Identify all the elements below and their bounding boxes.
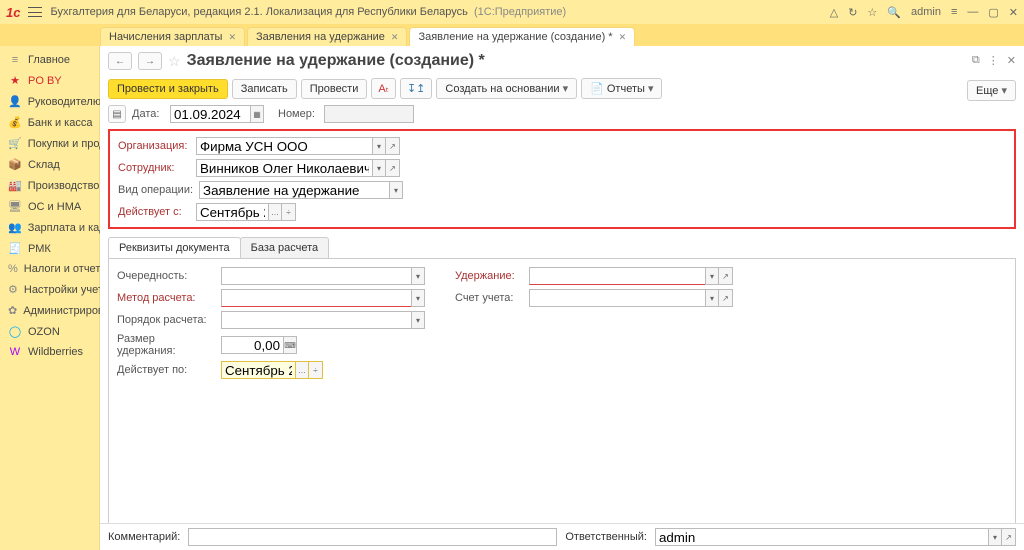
close-panel-icon[interactable]: ✕ — [1007, 54, 1016, 67]
user-label[interactable]: admin — [911, 6, 941, 18]
calc-order-field[interactable]: ▾ — [221, 311, 425, 329]
employee-label: Сотрудник: — [118, 162, 190, 174]
method-label: Метод расчета: — [113, 292, 213, 304]
number-field[interactable] — [324, 105, 414, 123]
holding-label: Удержание: — [451, 270, 521, 282]
page-title: Заявление на удержание (создание) * — [187, 52, 485, 70]
more-button[interactable]: Еще — [967, 80, 1016, 101]
holding-field[interactable]: ▾↗ — [529, 267, 733, 285]
size-label: Размер удержания: — [113, 333, 213, 357]
create-based-button[interactable]: Создать на основании — [436, 78, 577, 99]
employee-field[interactable]: ▾↗ — [196, 159, 400, 177]
sidebar-item[interactable]: ≡Главное — [0, 50, 99, 70]
sidebar-item[interactable]: ◯OZON — [0, 321, 99, 342]
valid-until-label: Действует по: — [113, 364, 213, 376]
order-button[interactable]: ↧↥ — [400, 78, 432, 99]
responsible-label: Ответственный: — [565, 531, 647, 543]
options-icon[interactable]: ≡ — [951, 6, 957, 18]
sidebar-item[interactable]: %Налоги и отчетность — [0, 259, 99, 279]
calendar-icon[interactable]: ▦ — [250, 105, 264, 123]
close-tab-icon[interactable]: ✕ — [619, 32, 627, 43]
back-button[interactable]: ← — [108, 52, 132, 70]
app-title: Бухгалтерия для Беларуси, редакция 2.1. … — [50, 6, 821, 18]
sidebar-item[interactable]: 👥Зарплата и кадры — [0, 217, 99, 238]
menu-dots-icon[interactable]: ⋮ — [988, 54, 999, 67]
post-and-close-button[interactable]: Провести и закрыть — [108, 79, 228, 99]
responsible-field[interactable]: ▾↗ — [655, 528, 1016, 546]
save-button[interactable]: Записать — [232, 79, 297, 99]
valid-from-field[interactable]: …÷ — [196, 203, 296, 221]
doc-tab[interactable]: Заявление на удержание (создание) *✕ — [409, 27, 635, 46]
footer: Комментарий: Ответственный: ▾↗ — [100, 523, 1024, 550]
favorite-icon[interactable]: ☆ — [168, 53, 181, 70]
org-label: Организация: — [118, 140, 190, 152]
tab-calc-base[interactable]: База расчета — [240, 237, 330, 258]
account-field[interactable]: ▾↗ — [529, 289, 733, 307]
bell-icon[interactable]: △ — [830, 6, 838, 19]
sidebar-item[interactable]: ✿Администрирование — [0, 300, 99, 321]
post-button[interactable]: Провести — [301, 79, 368, 99]
minimize-icon[interactable]: — — [967, 6, 978, 18]
order-field[interactable]: ▾ — [221, 267, 425, 285]
size-field[interactable]: ⌨ — [221, 336, 297, 354]
sidebar-item[interactable]: ⚙Настройки учета — [0, 279, 99, 300]
comment-field[interactable] — [188, 528, 557, 546]
restore-icon[interactable]: ▢ — [988, 6, 998, 19]
title-bar: 1c Бухгалтерия для Беларуси, редакция 2.… — [0, 0, 1024, 24]
search-icon[interactable]: 🔍 — [887, 6, 901, 19]
close-window-icon[interactable]: ✕ — [1009, 6, 1018, 19]
org-field[interactable]: ▾↗ — [196, 137, 400, 155]
close-tab-icon[interactable]: ✕ — [228, 32, 236, 43]
document-tabs: Начисления зарплаты✕Заявления на удержан… — [0, 24, 1024, 46]
sidebar-item[interactable]: 👤Руководителю — [0, 91, 99, 112]
mark-icon[interactable]: ▤ — [108, 105, 126, 123]
sidebar-item[interactable]: 💰Банк и касса — [0, 112, 99, 133]
account-label: Счет учета: — [451, 292, 521, 304]
detach-icon[interactable]: ⧉ — [972, 54, 980, 67]
sidebar-item[interactable]: 🏭Производство — [0, 175, 99, 196]
header-group: Организация: ▾↗ Сотрудник: ▾↗ Вид операц… — [108, 129, 1016, 229]
close-tab-icon[interactable]: ✕ — [391, 32, 399, 43]
sidebar-item[interactable]: WWildberries — [0, 342, 99, 362]
requisites-form: Очередность: ▾ Удержание: ▾↗ Метод расче… — [108, 259, 1016, 550]
sidebar-item[interactable]: 🖥ОС и НМА — [0, 196, 99, 217]
star-icon[interactable]: ☆ — [867, 6, 877, 19]
operation-label: Вид операции: — [118, 184, 193, 196]
number-label: Номер: — [278, 108, 318, 120]
date-field[interactable]: ▦ — [170, 105, 264, 123]
sidebar-item[interactable]: 📦Склад — [0, 154, 99, 175]
sidebar-item[interactable]: ★PO BY — [0, 70, 99, 91]
titlebar-controls: △ ↻ ☆ 🔍 admin ≡ — ▢ ✕ — [830, 6, 1018, 19]
calc-order-label: Порядок расчета: — [113, 314, 213, 326]
reports-button[interactable]: 📄 Отчеты — [581, 78, 662, 99]
history-icon[interactable]: ↻ — [848, 6, 857, 19]
main-area: ⧉ ⋮ ✕ ← → ☆ Заявление на удержание (созд… — [100, 46, 1024, 550]
sidebar-item[interactable]: 🧾РМК — [0, 238, 99, 259]
tab-requisites[interactable]: Реквизиты документа — [108, 237, 241, 258]
menu-icon[interactable] — [28, 7, 42, 17]
doc-tab[interactable]: Заявления на удержание✕ — [247, 27, 407, 46]
app-logo: 1c — [6, 5, 20, 20]
doc-tab[interactable]: Начисления зарплаты✕ — [100, 27, 245, 46]
attach-button[interactable]: Aₜ — [371, 78, 396, 99]
sidebar: ≡Главное★PO BY👤Руководителю💰Банк и касса… — [0, 46, 100, 550]
valid-from-label: Действует с: — [118, 206, 190, 218]
comment-label: Комментарий: — [108, 531, 180, 543]
valid-until-field[interactable]: …÷ — [221, 361, 323, 379]
date-label: Дата: — [132, 108, 164, 120]
forward-button[interactable]: → — [138, 52, 162, 70]
method-field[interactable]: ▾ — [221, 289, 425, 307]
order-label: Очередность: — [113, 270, 213, 282]
operation-field[interactable]: ▾ — [199, 181, 403, 199]
sidebar-item[interactable]: 🛒Покупки и продажи — [0, 133, 99, 154]
